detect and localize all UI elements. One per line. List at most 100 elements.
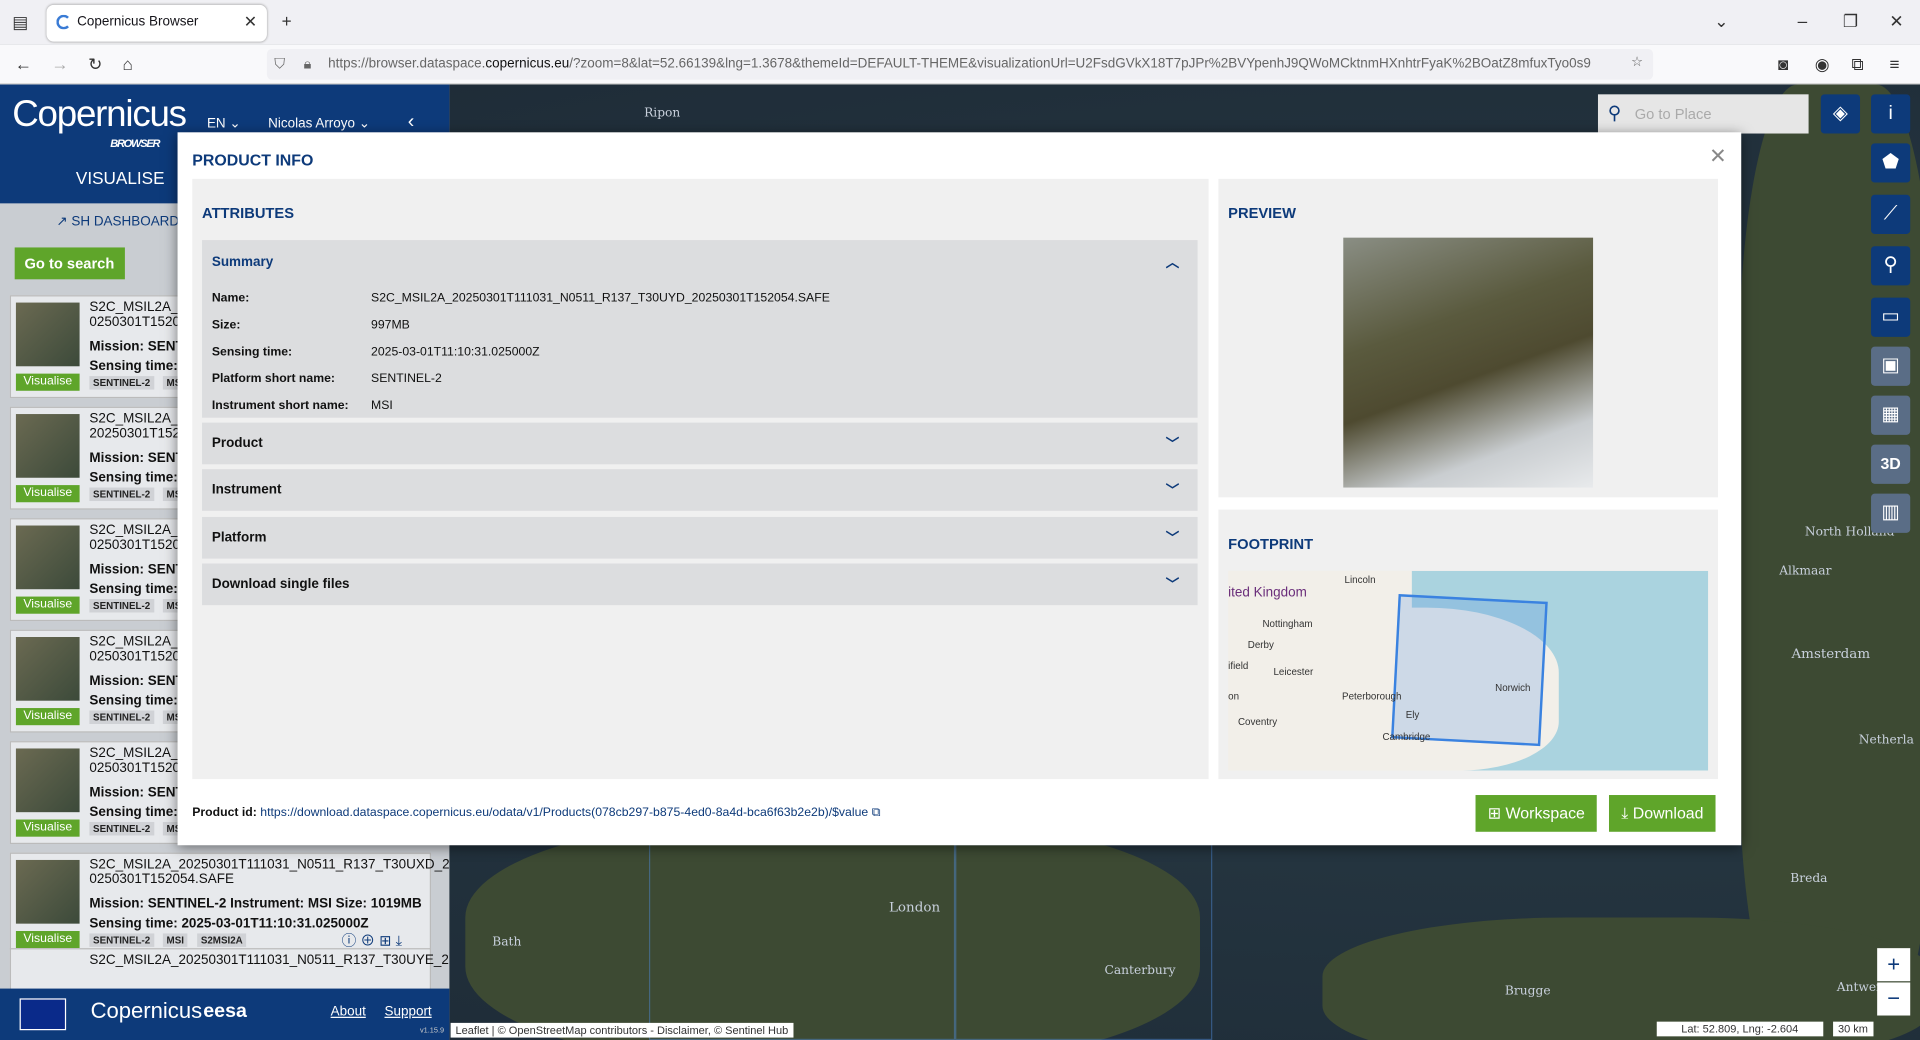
- visualise-button[interactable]: Visualise: [15, 485, 80, 503]
- product-id: Product id: https://download.dataspace.c…: [192, 806, 880, 819]
- tab-list-icon[interactable]: ▤: [12, 12, 28, 33]
- summary-label[interactable]: Summary: [212, 255, 273, 270]
- new-tab-icon[interactable]: +: [282, 11, 292, 31]
- map-tile-grid: [648, 819, 956, 1040]
- list-item[interactable]: S2C_MSIL2A_20250301T111031_N0511_R137_T3…: [9, 852, 450, 956]
- footprint-map[interactable]: Lincoln ited Kingdom Nottingham Derby ifield…: [1228, 570, 1709, 771]
- accordion-section[interactable]: Instrument ﹀: [202, 469, 1198, 512]
- result-name: S2C_MSIL2A_2 0250301T15205: [89, 523, 188, 553]
- url-bar[interactable]: ⛉ 🔒︎ https://browser.dataspace.copernicu…: [266, 49, 1654, 80]
- user-menu[interactable]: Nicolas Arroyo ⌄: [268, 115, 370, 131]
- download-button[interactable]: ⤓ Download: [1608, 795, 1716, 832]
- result-sensing-time: Sensing time:: [89, 470, 178, 486]
- restore-icon[interactable]: ❐: [1843, 11, 1858, 32]
- chart-icon[interactable]: ▥: [1871, 493, 1911, 533]
- location-pin-icon[interactable]: ⚲: [1871, 246, 1911, 286]
- visualise-button[interactable]: Visualise: [15, 596, 80, 614]
- close-icon[interactable]: ✕: [1709, 145, 1726, 170]
- summary-key: Instrument short name:: [211, 399, 349, 413]
- bookmark-star-icon[interactable]: ☆: [1631, 54, 1920, 70]
- attributes-heading: ATTRIBUTES: [202, 204, 295, 222]
- menu-icon[interactable]: ≡: [1889, 54, 1899, 74]
- footprint-city-label: Leicester: [1273, 666, 1314, 678]
- about-link[interactable]: About: [331, 1005, 366, 1020]
- product-info-modal: PRODUCT INFO ✕ ATTRIBUTES Summary ︿ Name…: [177, 132, 1742, 846]
- esa-logo: eesa: [203, 1000, 247, 1022]
- home-icon[interactable]: ⌂: [122, 54, 132, 74]
- product-id-link[interactable]: https://download.dataspace.copernicus.eu…: [260, 806, 868, 819]
- summary-value: SENTINEL-2: [371, 372, 442, 386]
- tag-sentinel: SENTINEL-2: [89, 599, 154, 613]
- timelapse-icon[interactable]: ▦: [1871, 395, 1911, 435]
- back-icon[interactable]: ←: [15, 54, 32, 74]
- forward-icon[interactable]: →: [51, 54, 68, 74]
- accordion-label: Download single files: [211, 576, 350, 592]
- accordion-label: Platform: [211, 529, 267, 545]
- visualise-tab[interactable]: VISUALISE: [76, 168, 165, 188]
- eu-flag-logo: [19, 998, 67, 1031]
- accordion-section[interactable]: Download single files ﹀: [202, 563, 1198, 606]
- chevron-down-icon[interactable]: ﹀: [1166, 574, 1179, 594]
- visualise-button[interactable]: Visualise: [15, 373, 80, 391]
- visualise-button[interactable]: Visualise: [15, 708, 80, 726]
- tag-sentinel: SENTINEL-2: [89, 821, 154, 836]
- workspace-button[interactable]: ⊞ Workspace: [1475, 795, 1598, 832]
- info-button[interactable]: i: [1871, 94, 1911, 134]
- visualise-button[interactable]: Visualise: [15, 931, 80, 949]
- footprint-city-label: Ely: [1405, 709, 1420, 721]
- close-window-icon[interactable]: ✕: [1889, 11, 1903, 32]
- result-thumbnail: [15, 748, 80, 813]
- layers-button[interactable]: ◈: [1820, 94, 1861, 134]
- footprint-city-label: Peterborough: [1342, 690, 1402, 702]
- chevron-down-icon[interactable]: ⌄: [1714, 11, 1728, 32]
- result-name: S2C_MSIL2A_2 0250301T15205: [89, 746, 188, 776]
- result-mission: Mission: SENT: [89, 785, 184, 800]
- go-to-place-input[interactable]: ⚲ Go to Place: [1597, 94, 1809, 134]
- summary-row: Sensing time: 2025-03-01T11:10:31.025000Z: [212, 345, 540, 358]
- result-mission: Mission: SENT: [89, 450, 184, 466]
- map-land-belgium: [1322, 917, 1920, 1040]
- extensions-icon[interactable]: ⧉: [1851, 54, 1863, 75]
- account-icon[interactable]: ◉: [1815, 54, 1830, 75]
- tag-sentinel: SENTINEL-2: [89, 376, 154, 390]
- collapse-sidebar-icon[interactable]: ‹: [408, 111, 415, 133]
- map-label: Ripon: [644, 106, 681, 121]
- map-label: Amsterdam: [1791, 645, 1871, 662]
- reload-icon[interactable]: ↻: [88, 54, 102, 75]
- zoom-out-button[interactable]: −: [1877, 982, 1911, 1016]
- image-download-icon[interactable]: ▣: [1871, 346, 1911, 386]
- footprint-city-label: Norwich: [1495, 682, 1531, 694]
- sh-dashboard-link[interactable]: ↗ SH DASHBOARD: [56, 213, 179, 229]
- accordion-label: Product: [211, 436, 263, 451]
- pocket-icon[interactable]: ◙: [1778, 54, 1788, 74]
- preview-heading: PREVIEW: [1228, 204, 1296, 222]
- 3d-icon[interactable]: 3D: [1871, 444, 1911, 484]
- copy-icon[interactable]: ⧉: [872, 806, 881, 819]
- result-thumbnail: [15, 302, 80, 367]
- chevron-down-icon[interactable]: ﹀: [1166, 481, 1179, 501]
- zoom-in-button[interactable]: +: [1877, 948, 1911, 982]
- line-draw-icon[interactable]: ⟋: [1871, 194, 1911, 234]
- sidebar-footer: Copernicus eesa About Support v1.15.9: [0, 988, 450, 1040]
- chevron-down-icon[interactable]: ﹀: [1166, 527, 1179, 547]
- accordion-section[interactable]: Platform ﹀: [202, 516, 1198, 559]
- language-select[interactable]: EN ⌄: [207, 115, 241, 131]
- close-tab-icon[interactable]: ✕: [244, 12, 257, 32]
- polygon-icon[interactable]: ⬟: [1871, 143, 1911, 183]
- go-to-search-button[interactable]: Go to search: [14, 247, 125, 280]
- chevron-up-icon[interactable]: ︿: [1166, 252, 1179, 272]
- browser-tab[interactable]: Copernicus Browser ✕: [46, 4, 267, 42]
- download-icon: ⤓: [1621, 803, 1629, 822]
- support-link[interactable]: Support: [384, 1005, 431, 1020]
- summary-value: S2C_MSIL2A_20250301T111031_N0511_R137_T3…: [371, 291, 830, 306]
- summary-value: 997MB: [371, 318, 410, 332]
- tag-sentinel: SENTINEL-2: [89, 487, 154, 502]
- visualise-button[interactable]: Visualise: [15, 819, 80, 837]
- ruler-icon[interactable]: ▭: [1871, 297, 1911, 337]
- footprint-city-label: Coventry: [1237, 716, 1278, 728]
- map-label: Bath: [492, 935, 522, 950]
- chevron-down-icon[interactable]: ﹀: [1166, 434, 1179, 454]
- footprint-city-label: Lincoln: [1344, 574, 1376, 586]
- minimize-icon[interactable]: –: [1798, 11, 1808, 31]
- accordion-section[interactable]: Product ﹀: [202, 422, 1198, 465]
